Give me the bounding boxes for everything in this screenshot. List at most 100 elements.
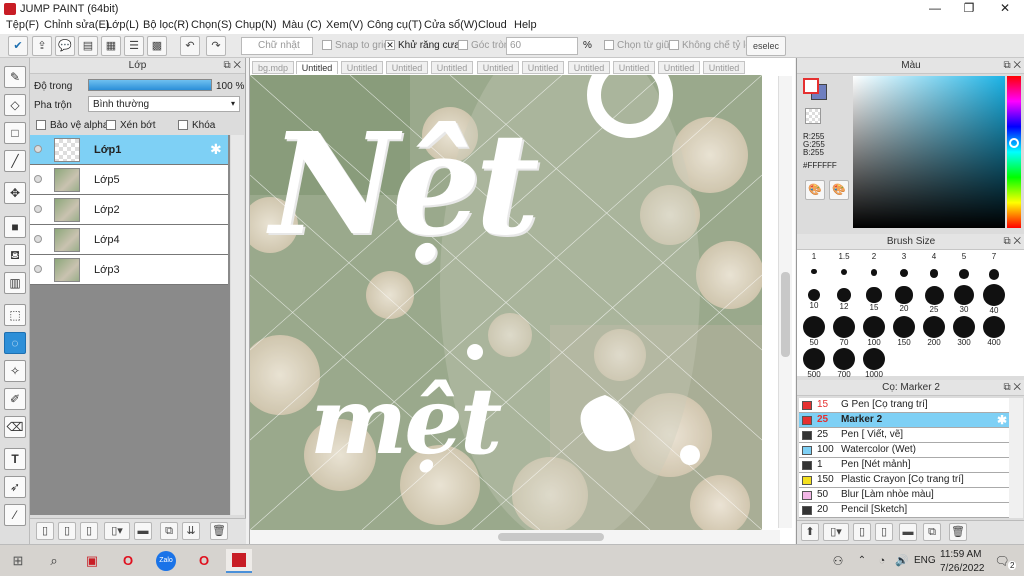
check-icon[interactable]: ✔ bbox=[8, 36, 28, 56]
layer-row[interactable]: Lớp2 bbox=[30, 195, 228, 225]
brush-row[interactable]: 100 Watercolor (Wet) bbox=[799, 443, 1009, 458]
brush-row[interactable]: 20 Pencil [Sketch] bbox=[799, 503, 1009, 518]
hue-slider[interactable] bbox=[1007, 76, 1021, 228]
layer-row[interactable]: Lớp5 bbox=[30, 165, 228, 195]
menu-help[interactable]: Help bbox=[514, 19, 537, 31]
grid-icon[interactable]: ▩ bbox=[147, 36, 167, 56]
lock-checkbox[interactable] bbox=[178, 120, 188, 130]
list-icon[interactable]: ☰ bbox=[124, 36, 144, 56]
protect-alpha-checkbox[interactable] bbox=[36, 120, 46, 130]
delete-brush-icon[interactable]: 🗑 bbox=[949, 523, 967, 541]
menu-tools[interactable]: Công cụ(T) bbox=[367, 19, 422, 31]
tab[interactable]: Untitled bbox=[431, 61, 473, 74]
opacity-slider[interactable] bbox=[88, 79, 212, 91]
deselect-button[interactable]: eselec bbox=[746, 36, 786, 56]
brush-row[interactable]: 150 Plastic Crayon [Cọ trang trí] bbox=[799, 473, 1009, 488]
canvas-vertical-scrollbar[interactable] bbox=[778, 76, 792, 528]
operation-tool-icon[interactable]: ➶ bbox=[4, 476, 26, 498]
brush-row[interactable]: 1 Pen [Nét mảnh] bbox=[799, 458, 1009, 473]
folder-icon[interactable]: ▬ bbox=[134, 522, 152, 540]
undo-icon[interactable]: ↶ bbox=[180, 36, 200, 56]
select-eraser-tool-icon[interactable]: ⌫ bbox=[4, 416, 26, 438]
scroll-thumb[interactable] bbox=[781, 272, 790, 357]
windows-start-icon[interactable]: ⊞ bbox=[8, 551, 28, 571]
menu-view[interactable]: Xem(V) bbox=[326, 19, 363, 31]
canvas-horizontal-scrollbar[interactable] bbox=[250, 530, 780, 544]
scroll-thumb[interactable] bbox=[498, 533, 604, 541]
blend-select[interactable]: Bình thường ▾ bbox=[88, 96, 240, 112]
new-1bit-layer-icon[interactable]: ▯ bbox=[80, 522, 98, 540]
brush-row[interactable]: 25 Marker 2 ✱ bbox=[799, 413, 1009, 428]
visibility-icon[interactable] bbox=[34, 235, 42, 243]
lasso-tool-icon[interactable]: ◌ bbox=[4, 332, 26, 354]
antialias-checkbox[interactable]: ✕ bbox=[385, 40, 395, 50]
speech-bubble-icon[interactable]: 💬 bbox=[55, 36, 75, 56]
tab[interactable]: bg.mdp bbox=[252, 61, 294, 74]
clock-time[interactable]: 11:59 AM bbox=[940, 549, 982, 560]
panel-float-close-icon[interactable]: ⧉ ✕ bbox=[1003, 60, 1021, 71]
brush-size-option[interactable]: 300 bbox=[949, 316, 979, 347]
select-pen-tool-icon[interactable]: ✐ bbox=[4, 388, 26, 410]
tab[interactable]: Untitled bbox=[522, 61, 564, 74]
document-icon[interactable]: ▦ bbox=[101, 36, 121, 56]
shape-select[interactable]: Chữ nhật bbox=[241, 37, 313, 55]
shape-tool-icon[interactable]: □ bbox=[4, 122, 26, 144]
brush-menu-icon[interactable]: ▯▾ bbox=[823, 523, 849, 541]
minimize-button[interactable]: — bbox=[918, 0, 952, 18]
text-tool-icon[interactable]: T bbox=[4, 448, 26, 470]
brush-size-option[interactable]: 5 bbox=[949, 252, 979, 279]
menu-color[interactable]: Màu (C) bbox=[282, 19, 322, 31]
layer-list-scrollbar[interactable] bbox=[231, 135, 244, 515]
saturation-value-picker[interactable] bbox=[853, 76, 1005, 228]
redo-icon[interactable]: ↷ bbox=[206, 36, 226, 56]
folder-icon[interactable]: ▬ bbox=[899, 523, 917, 541]
jump-paint-taskbar-icon[interactable] bbox=[226, 549, 252, 573]
tab[interactable]: Untitled bbox=[703, 61, 745, 74]
snap-checkbox[interactable] bbox=[322, 40, 332, 50]
brush-size-option[interactable]: 20 bbox=[889, 284, 919, 313]
brush-size-option[interactable]: 100 bbox=[859, 316, 889, 347]
zalo-icon[interactable]: Zalo bbox=[156, 551, 176, 571]
gradient-tool-icon[interactable]: ▥ bbox=[4, 272, 26, 294]
gear-icon[interactable]: ✱ bbox=[210, 141, 222, 158]
new-layer-icon[interactable]: ▯ bbox=[36, 522, 54, 540]
menu-cloud[interactable]: Cloud bbox=[478, 19, 507, 31]
brush-size-option[interactable]: 1000 bbox=[859, 348, 889, 379]
bucket-tool-icon[interactable]: ⛾ bbox=[4, 244, 26, 266]
brush-row[interactable]: 25 Pen [ Viết, vẽ] bbox=[799, 428, 1009, 443]
brush-size-option[interactable]: 25 bbox=[919, 284, 949, 314]
gear-icon[interactable]: ✱ bbox=[997, 413, 1007, 427]
brush-import-icon[interactable]: ▯ bbox=[853, 523, 871, 541]
menu-select[interactable]: Chọn(S) bbox=[191, 19, 232, 31]
tab[interactable]: Untitled bbox=[341, 61, 383, 74]
tab[interactable]: Untitled bbox=[613, 61, 655, 74]
opera-gx-icon[interactable]: O bbox=[194, 551, 214, 571]
brush-size-option[interactable]: 150 bbox=[889, 316, 919, 347]
menu-edit[interactable]: Chỉnh sửa(E) bbox=[44, 19, 109, 31]
duplicate-brush-icon[interactable]: ⧉ bbox=[923, 523, 941, 541]
clock-date[interactable]: 7/26/2022 bbox=[940, 563, 985, 574]
tab[interactable]: Untitled bbox=[568, 61, 610, 74]
magic-wand-tool-icon[interactable]: ✧ bbox=[4, 360, 26, 382]
brush-size-option[interactable]: 10 bbox=[799, 284, 829, 310]
foreground-color-swatch[interactable] bbox=[803, 78, 819, 94]
ratio-checkbox[interactable] bbox=[669, 40, 679, 50]
eyedropper-tool-icon[interactable]: ⁄ bbox=[4, 504, 26, 526]
comment-icon[interactable]: ▤ bbox=[78, 36, 98, 56]
drawing-canvas[interactable]: Nệt mệt bbox=[250, 75, 762, 530]
menu-layer[interactable]: Lớp(L) bbox=[106, 19, 139, 31]
visibility-icon[interactable] bbox=[34, 145, 42, 153]
brush-size-option[interactable]: 2 bbox=[859, 252, 889, 276]
brush-size-option[interactable]: 30 bbox=[949, 284, 979, 314]
close-button[interactable]: ✕ bbox=[988, 0, 1022, 18]
layer-row[interactable]: Lớp4 bbox=[30, 225, 228, 255]
export-icon[interactable]: ⇪ bbox=[32, 36, 52, 56]
select-rect-tool-icon[interactable]: ⬚ bbox=[4, 304, 26, 326]
app-store-icon[interactable]: ▣ bbox=[82, 551, 102, 571]
brush-size-option[interactable]: 70 bbox=[829, 316, 859, 347]
brush-size-option[interactable]: 500 bbox=[799, 348, 829, 379]
brush-size-option[interactable]: 50 bbox=[799, 316, 829, 347]
language-indicator[interactable]: ENG bbox=[914, 555, 936, 566]
tab[interactable]: Untitled bbox=[386, 61, 428, 74]
panel-float-close-icon[interactable]: ⧉ ✕ bbox=[1003, 382, 1021, 393]
